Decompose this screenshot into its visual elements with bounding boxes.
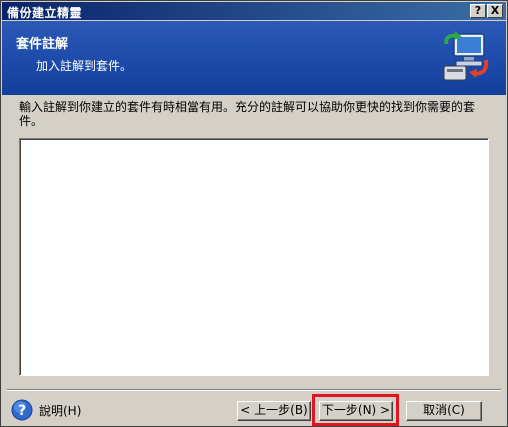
backup-computer-icon: [443, 31, 489, 81]
back-button[interactable]: < 上一步(B): [237, 401, 311, 421]
help-label: 說明(H): [39, 403, 82, 418]
wizard-header: 套件註解 加入註解到套件。: [2, 21, 506, 95]
step-title: 套件註解: [16, 37, 69, 52]
svg-text:?: ?: [18, 403, 26, 419]
next-button-highlight: [312, 394, 399, 426]
help-icon: ?: [11, 399, 33, 421]
close-button[interactable]: X: [487, 4, 503, 18]
help-title-button[interactable]: ?: [470, 4, 486, 18]
wizard-window: 備份建立精靈 ? X 套件註解 加入註解到套件。 輸入註解到你建立的套件有時相當…: [0, 0, 508, 427]
help-button[interactable]: ? 說明(H): [11, 399, 81, 421]
window-title: 備份建立精靈: [7, 6, 83, 20]
comment-textarea[interactable]: [19, 138, 489, 376]
step-subtitle: 加入註解到套件。: [36, 59, 133, 73]
instructions-text: 輸入註解到你建立的套件有時相當有用。充分的註解可以協助你更快的找到你需要的套件。: [19, 100, 476, 128]
title-bar[interactable]: 備份建立精靈 ? X: [2, 2, 506, 20]
footer-divider: [7, 389, 501, 391]
cancel-button[interactable]: 取消(C): [406, 401, 482, 421]
